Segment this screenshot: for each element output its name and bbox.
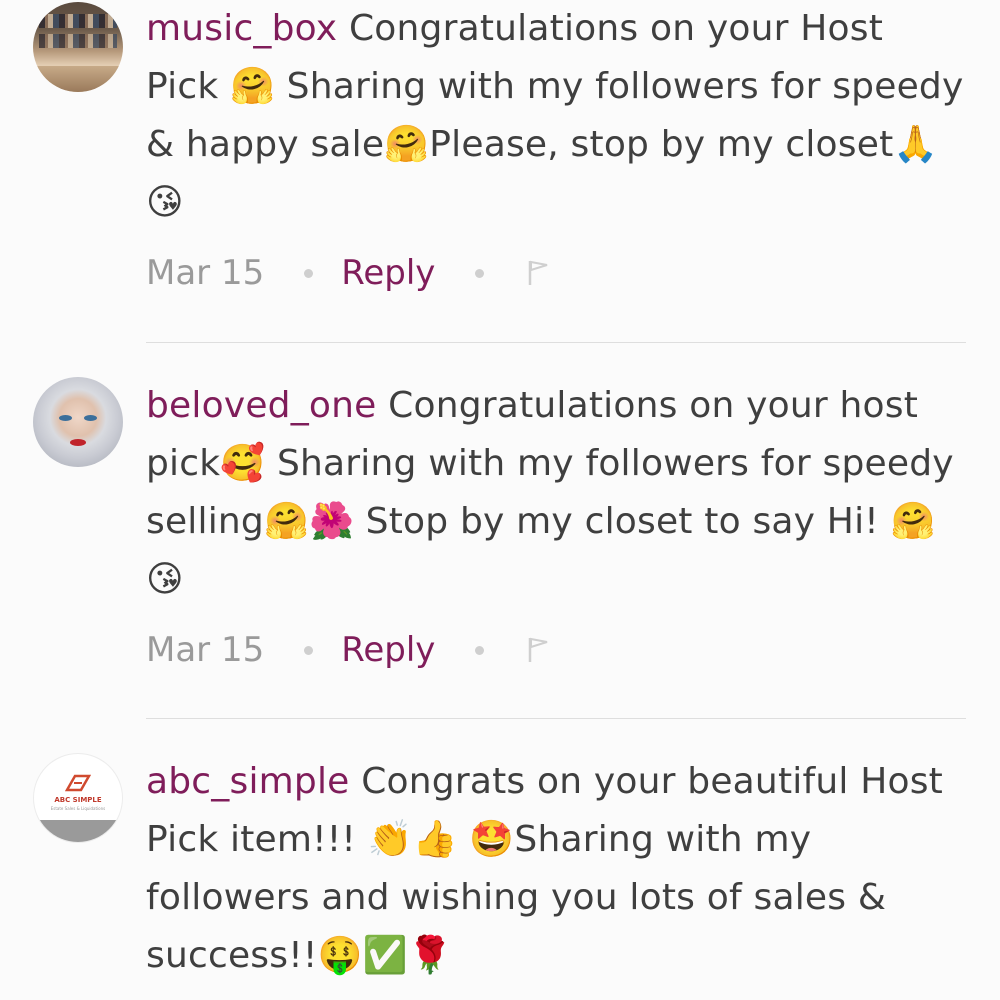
comment-date: Mar 15 — [146, 253, 265, 293]
comment-divider — [146, 342, 966, 343]
flag-icon[interactable] — [528, 259, 550, 287]
comment-meta: Mar 15 Reply — [146, 248, 550, 298]
dot-separator — [475, 645, 485, 655]
comment-date: Mar 15 — [146, 630, 265, 670]
reply-button[interactable]: Reply — [341, 253, 435, 293]
avatar[interactable] — [33, 2, 123, 92]
comment-meta: Mar 15 Reply — [146, 625, 550, 675]
comment-text: music_box Congratulations on your Host P… — [146, 0, 966, 232]
avatar-logo-subtext: Estate Sales & Liquidations — [50, 806, 106, 811]
dot-separator — [304, 645, 314, 655]
comment-divider — [146, 718, 966, 719]
avatar[interactable]: ABC SIMPLE Estate Sales & Liquidations — [33, 753, 123, 843]
abc-simple-logo — [65, 774, 91, 792]
avatar-logo-text: ABC SIMPLE — [54, 796, 102, 804]
username-link[interactable]: music_box — [146, 8, 337, 49]
dot-separator — [475, 268, 485, 278]
flag-icon[interactable] — [528, 636, 550, 664]
username-link[interactable]: beloved_one — [146, 385, 377, 426]
comment-text: beloved_one Congratulations on your host… — [146, 377, 966, 609]
username-link[interactable]: abc_simple — [146, 761, 350, 802]
comment-text: abc_simple Congrats on your beautiful Ho… — [146, 753, 966, 985]
avatar[interactable] — [33, 377, 123, 467]
reply-button[interactable]: Reply — [341, 630, 435, 670]
dot-separator — [304, 268, 314, 278]
